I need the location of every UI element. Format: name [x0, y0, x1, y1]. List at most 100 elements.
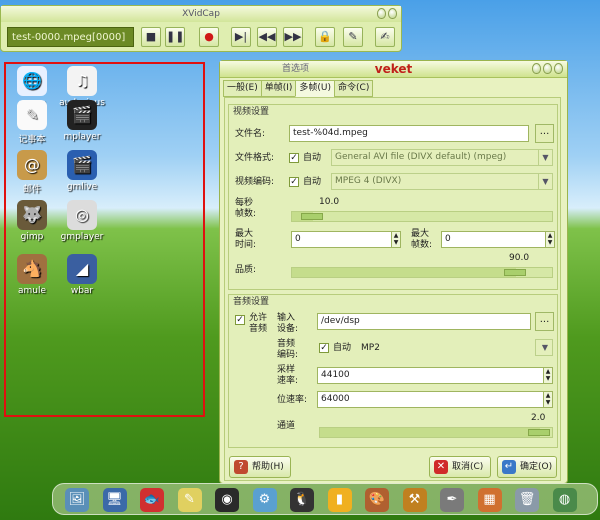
- cancel-button[interactable]: ✕ 取消(C): [429, 456, 491, 478]
- desktop-icon-mplayer[interactable]: 🎬 mplayer: [58, 100, 106, 142]
- video-group-title: 视频设置: [233, 107, 270, 117]
- desktop-icon-gmlive[interactable]: 🎬 gmlive: [58, 150, 106, 192]
- desktop-icon-label: gimp: [20, 232, 44, 242]
- video-codec-select[interactable]: MPEG 4 (DIVX) ▼: [331, 173, 553, 190]
- xvidcap-window-buttons: [375, 8, 397, 25]
- ok-button[interactable]: ↵ 确定(O): [497, 456, 557, 478]
- format-select[interactable]: General AVI file (DIVX default) (mpeg) ▼: [331, 149, 553, 166]
- forward-button[interactable]: ▶▶: [283, 27, 303, 47]
- desktop-icon-notepad[interactable]: ✎ 记事本: [8, 100, 56, 145]
- audio-codec-select[interactable]: ▼: [535, 339, 553, 356]
- taskbar-painter[interactable]: 🎨: [365, 488, 389, 512]
- format-label: 文件格式:: [235, 153, 275, 163]
- mail-icon: @: [17, 150, 47, 180]
- record-icon: ●: [204, 30, 214, 43]
- taskbar-trash[interactable]: 🗑: [515, 488, 539, 512]
- spinner-arrows-icon[interactable]: ▲ ▼: [543, 392, 552, 407]
- channels-slider-handle[interactable]: [528, 429, 550, 436]
- multi-frame-panel: 视频设置 文件名: test-%04d.mpeg ... 文件格式: ✓ 自动 …: [224, 97, 561, 481]
- filename-browse-button[interactable]: ...: [535, 124, 554, 143]
- dialog-maximize-button[interactable]: [543, 63, 552, 74]
- lock-icon: 🔒: [318, 30, 332, 43]
- taskbar-pen[interactable]: ✒: [440, 488, 464, 512]
- help-button[interactable]: ? 帮助(H): [229, 456, 291, 478]
- filename-label: 文件名:: [235, 129, 266, 139]
- select-area-button[interactable]: ✎: [343, 27, 363, 47]
- lock-button[interactable]: 🔒: [315, 27, 335, 47]
- chevron-down-icon: ▼: [538, 174, 552, 189]
- bitrate-label: 位速率:: [277, 395, 308, 405]
- stop-button[interactable]: ■: [141, 27, 161, 47]
- taskbar-tools[interactable]: ⚒: [402, 488, 427, 512]
- desktop-icon-mail[interactable]: @ 邮件: [8, 150, 56, 195]
- taskbar-terminal[interactable]: ▮: [327, 488, 352, 512]
- taskbar-package[interactable]: ▦: [477, 488, 502, 512]
- quality-slider-handle[interactable]: [504, 269, 526, 276]
- audio-device-input[interactable]: /dev/dsp: [317, 313, 531, 330]
- audio-codec-auto-checkbox[interactable]: ✓: [319, 343, 329, 353]
- filename-input[interactable]: test-%04d.mpeg: [289, 125, 529, 142]
- channels-value: 2.0: [531, 413, 546, 423]
- close-button[interactable]: [388, 8, 397, 19]
- mule-icon: 🐴: [17, 254, 47, 284]
- pause-button[interactable]: ❚❚: [165, 27, 185, 47]
- taskbar-dock: 🖼 🖥 🐟 ✎ ◉ ⚙ 🐧 ▮ 🎨 ⚒ ✒ ▦ 🗑 ◍: [52, 483, 598, 515]
- fps-slider-handle[interactable]: [301, 213, 323, 220]
- spinner-arrows-icon[interactable]: ▲ ▼: [545, 232, 554, 247]
- wbar-icon: ◢: [67, 254, 97, 284]
- xvidcap-titlebar[interactable]: XVidCap: [1, 6, 401, 22]
- taskbar-media[interactable]: ◉: [215, 488, 239, 512]
- max-time-spinner[interactable]: 0 ▲ ▼: [291, 231, 401, 248]
- channels-slider[interactable]: [319, 427, 553, 438]
- desktop-icon-wbar[interactable]: ◢ wbar: [58, 254, 106, 296]
- help-icon: ?: [234, 460, 248, 474]
- tab-multi-frame[interactable]: 多帧(U): [295, 80, 336, 97]
- max-time-value: 0: [295, 234, 301, 244]
- tab-general[interactable]: 一般(E): [223, 80, 262, 97]
- dialog-minimize-button[interactable]: [532, 63, 541, 74]
- format-auto-checkbox[interactable]: ✓: [289, 153, 299, 163]
- desktop-icon-amule[interactable]: 🐴 amule: [8, 254, 56, 296]
- dialog-titlebar[interactable]: 首选项 veket: [220, 61, 567, 78]
- sample-rate-label: 采样 速率:: [277, 365, 299, 386]
- rewind-button[interactable]: ◀◀: [257, 27, 277, 47]
- max-frames-label: 最大 帧数:: [411, 229, 433, 250]
- audio-device-browse-button[interactable]: ...: [535, 312, 554, 331]
- taskbar-network[interactable]: ⚙: [252, 488, 277, 512]
- gimp-icon: 🐺: [17, 200, 47, 230]
- bitrate-spinner[interactable]: 64000 ▲ ▼: [317, 391, 553, 408]
- tab-single-frame[interactable]: 单帧(I): [260, 80, 297, 97]
- taskbar-image-viewer[interactable]: 🖼: [65, 488, 89, 512]
- spinner-arrows-icon[interactable]: ▲ ▼: [543, 368, 552, 383]
- video-codec-auto-checkbox[interactable]: ✓: [289, 177, 299, 187]
- allow-audio-checkbox[interactable]: ✓: [235, 315, 245, 325]
- edit-button[interactable]: ✍: [375, 27, 395, 47]
- taskbar-fish[interactable]: 🐟: [140, 488, 164, 512]
- max-frames-spinner[interactable]: 0 ▲ ▼: [441, 231, 555, 248]
- help-button-label: 帮助(H): [252, 462, 284, 472]
- clapperboard-icon: 🎬: [67, 150, 97, 180]
- taskbar-app[interactable]: ◍: [552, 488, 577, 512]
- fps-label: 每秒 帧数:: [235, 198, 257, 219]
- fps-slider[interactable]: [291, 211, 553, 222]
- tab-commands[interactable]: 命令(C): [334, 80, 374, 97]
- taskbar-notes[interactable]: ✎: [177, 488, 202, 512]
- record-button[interactable]: ●: [199, 27, 219, 47]
- desktop-icon-gimp[interactable]: 🐺 gimp: [8, 200, 56, 242]
- format-select-value: General AVI file (DIVX default) (mpeg): [335, 152, 507, 162]
- spinner-arrows-icon[interactable]: ▲ ▼: [391, 232, 400, 247]
- eyedropper-icon: ✎: [348, 30, 358, 43]
- desktop-icon-gmplayer[interactable]: ◎ gmplayer: [58, 200, 106, 242]
- sample-rate-spinner[interactable]: 44100 ▲ ▼: [317, 367, 553, 384]
- step-button[interactable]: ▶|: [231, 27, 251, 47]
- preferences-dialog: 首选项 veket 一般(E) 单帧(I) 多帧(U) 命令(C) 视频设置 文件名:…: [219, 60, 568, 484]
- ok-button-label: 确定(O): [520, 462, 553, 472]
- quality-label: 品质:: [235, 265, 257, 275]
- quality-slider-fill: [292, 268, 516, 277]
- taskbar-penguin[interactable]: 🐧: [290, 488, 314, 512]
- taskbar-monitor[interactable]: 🖥: [102, 488, 127, 512]
- brand-label: veket: [374, 62, 413, 76]
- dialog-close-button[interactable]: [554, 63, 563, 74]
- minimize-button[interactable]: [377, 8, 386, 19]
- quality-slider[interactable]: [291, 267, 553, 278]
